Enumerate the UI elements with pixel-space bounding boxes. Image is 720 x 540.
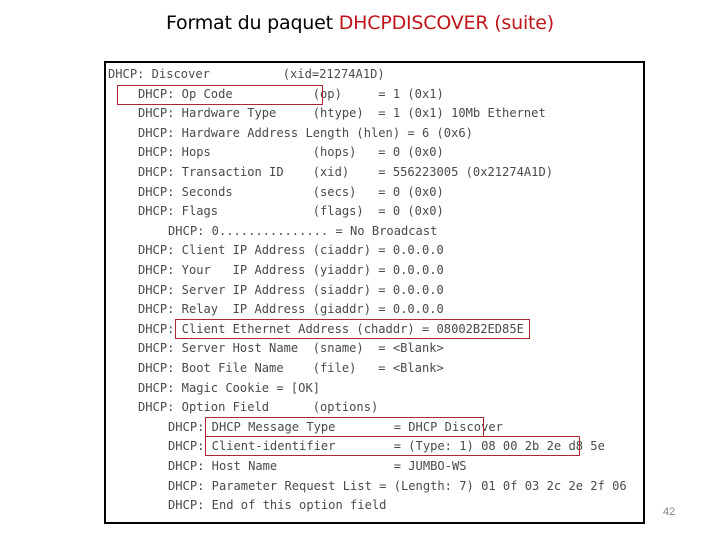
capture-line: DHCP: Transaction ID (xid) = 556223005 (… [138,165,554,179]
capture-line: DHCP: Hops (hops) = 0 (0x0) [138,145,444,160]
slide-title: Format du paquet DHCPDISCOVER (suite) [0,12,720,34]
packet-capture-frame: DHCP: Discover (xid=21274A1D) DHCP: Op Co… [104,61,645,524]
capture-line: DHCP: Parameter Request List = (Length: … [168,478,627,493]
slide-title-prefix: Format du paquet [166,12,339,34]
capture-line: DHCP: Server IP Address (siaddr) = 0.0.0… [138,282,444,297]
capture-line: DHCP: Option Field (options) [138,400,379,415]
highlight-client-identifier [205,436,580,456]
capture-line: DHCP: Client IP Address (ciaddr) = 0.0.0… [138,243,444,258]
capture-line: DHCP: Hardware Type (htype) = 1 (0x1) 10… [138,106,546,121]
highlight-dhcp-message-type [205,417,484,437]
capture-line: DHCP: Seconds (secs) = 0 (0x0) [138,184,444,199]
capture-line: DHCP: Discover (xid=21274A1D) [108,67,385,81]
capture-line: DHCP: Host Name = JUMBO-WS [168,459,467,473]
capture-line: DHCP: Your IP Address (yiaddr) = 0.0.0.0 [138,263,444,277]
highlight-client-ethernet-address [175,319,530,339]
capture-line: DHCP: Relay IP Address (giaddr) = 0.0.0.… [138,302,444,317]
capture-line: DHCP: Server Host Name (sname) = <Blank> [138,341,444,356]
capture-line: DHCP: Magic Cookie = [OK] [138,380,321,395]
highlight-op-code [117,85,323,105]
capture-line: DHCP: Boot File Name (file) = <Blank> [138,361,444,375]
capture-line: DHCP: Hardware Address Length (hlen) = 6… [138,125,473,140]
slide-title-accent: DHCPDISCOVER (suite) [338,12,554,34]
page-number: 42 [663,506,676,518]
capture-line: DHCP: 0............... = No Broadcast [168,223,438,238]
capture-line: DHCP: End of this option field [168,498,387,513]
capture-line: DHCP: Flags (flags) = 0 (0x0) [138,204,444,219]
